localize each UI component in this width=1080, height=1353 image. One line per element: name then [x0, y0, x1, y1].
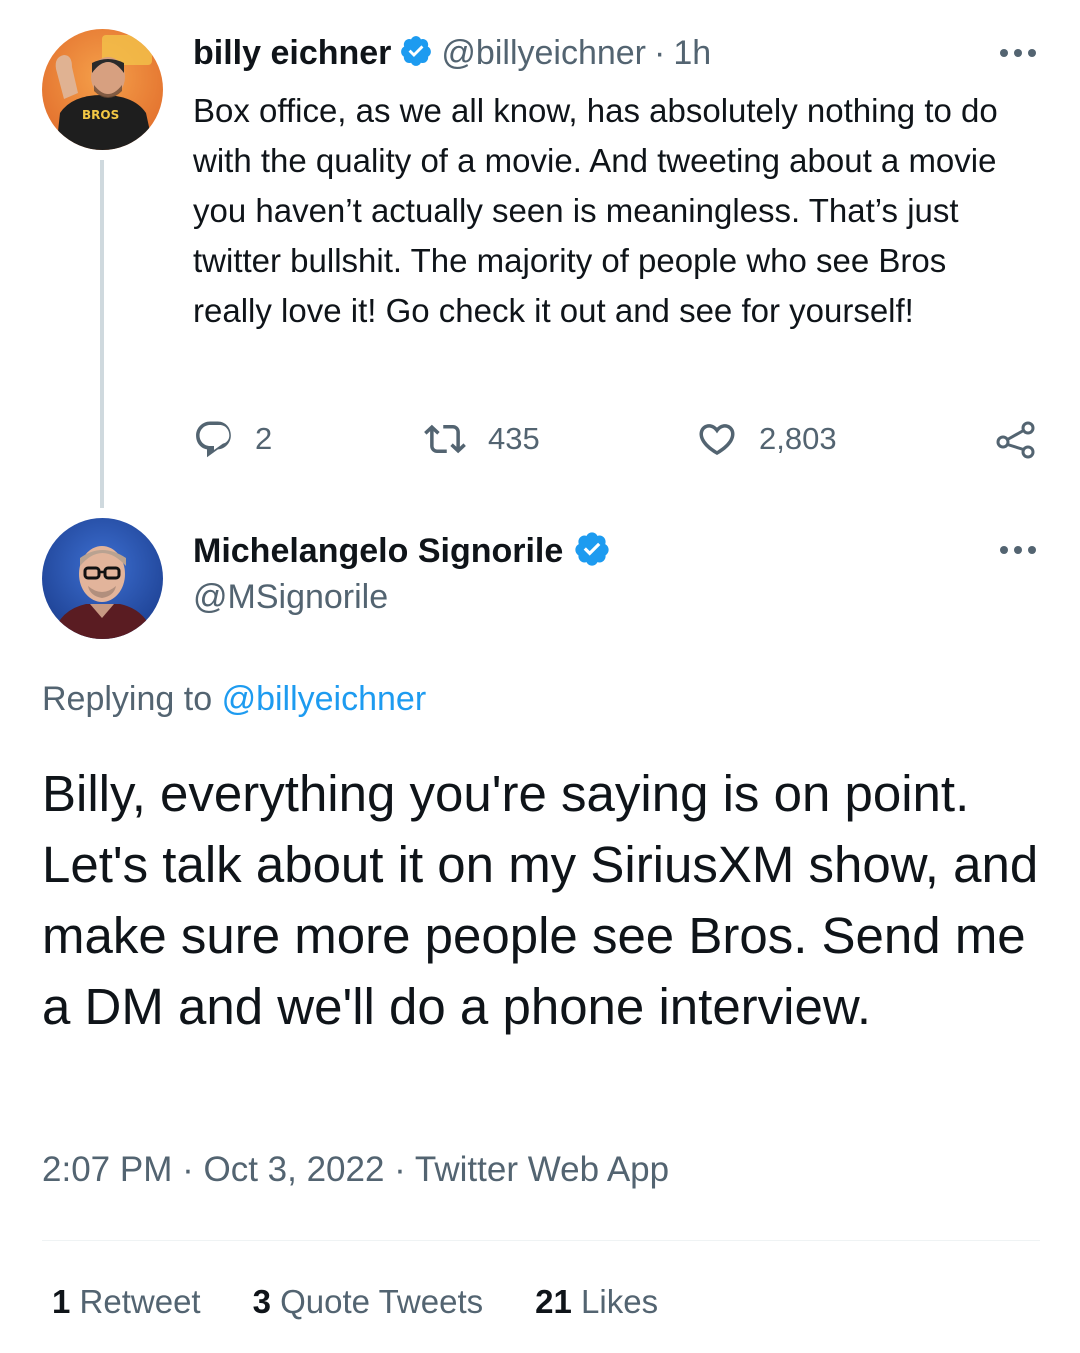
more-icon[interactable]: [1000, 48, 1036, 58]
author-handle[interactable]: @MSignorile: [193, 578, 388, 617]
separator-dot: ·: [654, 33, 666, 72]
retweets-stat[interactable]: 1 Retweet: [52, 1283, 201, 1321]
verified-badge-icon: [573, 530, 611, 573]
retweet-button[interactable]: 435: [422, 414, 540, 464]
separator-dot: ·: [394, 1150, 406, 1189]
retweet-icon: [424, 424, 466, 454]
tweet2-text: Billy, everything you're saying is on po…: [42, 765, 1039, 1035]
thread-connector-line: [100, 160, 104, 508]
tweet2-header: Michelangelo Signorile: [193, 527, 611, 575]
replying-to: Replying to @billyeichner: [42, 680, 426, 719]
verified-badge-icon: [399, 34, 433, 73]
like-icon: [699, 424, 735, 456]
reply-button[interactable]: 2: [193, 414, 272, 464]
tweet-source[interactable]: Twitter Web App: [415, 1150, 669, 1189]
reply-icon: [196, 421, 231, 458]
engagement-stats: 1 Retweet 3 Quote Tweets 21 Likes: [52, 1283, 658, 1321]
quote-tweets-stat[interactable]: 3 Quote Tweets: [253, 1283, 484, 1321]
replying-prefix: Replying to: [42, 680, 213, 718]
share-button[interactable]: [995, 414, 1037, 464]
share-icon: [996, 421, 1035, 459]
author-handle[interactable]: @billyeichner: [441, 34, 646, 73]
like-button[interactable]: 2,803: [695, 414, 837, 464]
tweet-time[interactable]: 2:07 PM: [42, 1150, 172, 1189]
reply-count: 2: [255, 421, 273, 456]
divider: [42, 1240, 1040, 1241]
tweet-meta: 2:07 PM · Oct 3, 2022 · Twitter Web App: [42, 1150, 669, 1190]
retweet-count: 435: [488, 421, 540, 456]
more-icon[interactable]: [1000, 545, 1036, 555]
tweet1-text: Box office, as we all know, has absolute…: [193, 92, 998, 329]
avatar-michelangelo-signorile[interactable]: [42, 518, 163, 639]
separator-dot: ·: [182, 1150, 194, 1189]
like-count: 2,803: [759, 421, 837, 456]
replying-to-mention-link[interactable]: @billyeichner: [222, 680, 427, 718]
tweet-time[interactable]: 1h: [673, 34, 711, 73]
avatar-billy-eichner[interactable]: BROS: [42, 29, 163, 150]
tweet-date[interactable]: Oct 3, 2022: [203, 1150, 384, 1189]
author-name[interactable]: billy eichner: [193, 34, 391, 73]
likes-stat[interactable]: 21 Likes: [535, 1283, 658, 1321]
svg-text:BROS: BROS: [82, 108, 119, 122]
author-name[interactable]: Michelangelo Signorile: [193, 532, 563, 571]
tweet1-header: billy eichner @billyeichner · 1h: [193, 30, 711, 76]
